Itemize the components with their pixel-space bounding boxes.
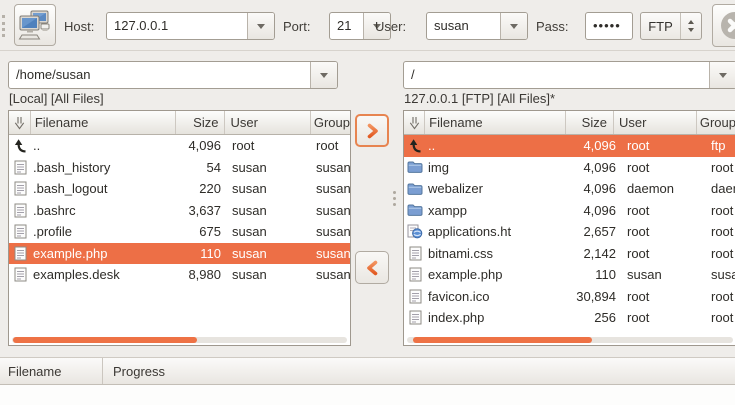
networked-computers-icon (18, 9, 52, 41)
host-label: Host: (64, 19, 94, 34)
file-icon (404, 243, 426, 265)
file-icon (404, 286, 426, 308)
queue-column-filename[interactable]: Filename (0, 358, 103, 384)
updir-icon (9, 135, 31, 157)
protocol-spinner-arrows[interactable] (680, 13, 701, 39)
column-header-user[interactable]: User (614, 111, 697, 134)
scrollbar-thumb[interactable] (13, 337, 197, 343)
queue-column-progress[interactable]: Progress (103, 358, 165, 384)
port-input[interactable]: 21 (330, 13, 363, 39)
local-horizontal-scrollbar[interactable] (12, 337, 347, 343)
stop-button[interactable] (712, 4, 735, 47)
local-status-label: [Local] [All Files] (9, 91, 104, 106)
chevron-down-icon (257, 24, 265, 29)
gftp-window: Host: 127.0.0.1 Port: 21 User: susan Pas… (0, 0, 735, 405)
transfer-to-local-button[interactable] (355, 251, 389, 284)
remote-path-input[interactable]: / (404, 62, 709, 88)
file-row[interactable]: examples.desk 8,980 susan susan (9, 264, 350, 286)
remote-list-header: Filename Size User Group (404, 111, 735, 135)
local-path-input[interactable]: /home/susan (9, 62, 310, 88)
local-list-header: Filename Size User Group (9, 111, 350, 135)
file-icon (9, 178, 31, 200)
column-header-filename[interactable]: Filename (31, 111, 176, 134)
file-row[interactable]: bitnami.css 2,142 root root (404, 243, 735, 265)
host-input[interactable]: 127.0.0.1 (107, 13, 247, 39)
column-header-group[interactable]: Group (311, 111, 350, 134)
spinner-down-icon (688, 28, 694, 32)
file-icon (404, 264, 426, 286)
file-icon (9, 221, 31, 243)
sort-column-header[interactable] (9, 111, 31, 134)
file-icon (9, 264, 31, 286)
file-row[interactable]: xampp 4,096 root root (404, 200, 735, 222)
spinner-up-icon (688, 20, 694, 24)
column-header-user[interactable]: User (225, 111, 310, 134)
transfer-to-remote-button[interactable] (355, 114, 389, 147)
port-label: Port: (283, 19, 310, 34)
chevron-down-icon (320, 73, 328, 78)
file-row[interactable]: .bashrc 3,637 susan susan (9, 200, 350, 222)
local-file-list: Filename Size User Group .. 4,096 root r… (8, 110, 351, 346)
remote-file-list: Filename Size User Group .. 4,096 root f… (403, 110, 735, 346)
file-row[interactable]: .. 4,096 root root (9, 135, 350, 157)
file-row[interactable]: webalizer 4,096 daemon daemon (404, 178, 735, 200)
file-row[interactable]: .profile 675 susan susan (9, 221, 350, 243)
sort-descending-icon (14, 116, 25, 130)
host-dropdown-button[interactable] (247, 13, 274, 39)
protocol-spinner: FTP (640, 12, 702, 40)
updir-icon (404, 135, 426, 157)
pass-label: Pass: (536, 19, 569, 34)
folder-icon (404, 157, 426, 179)
toolbar: Host: 127.0.0.1 Port: 21 User: susan Pas… (0, 0, 735, 51)
remote-file-rows: .. 4,096 root ftp img 4,096 root root we… (404, 135, 735, 335)
file-icon (9, 243, 31, 265)
file-row[interactable]: .bash_logout 220 susan susan (9, 178, 350, 200)
arrow-left-icon (365, 260, 380, 276)
file-row[interactable]: applications.ht 2,657 root root (404, 221, 735, 243)
stop-x-icon (721, 12, 735, 39)
file-row[interactable]: img 4,096 root root (404, 157, 735, 179)
remote-path-dropdown-button[interactable] (709, 62, 735, 88)
transfer-queue-header: Filename Progress (0, 357, 735, 385)
column-header-size[interactable]: Size (566, 111, 614, 134)
toolbar-grip-handle[interactable] (2, 15, 5, 37)
file-icon (404, 307, 426, 329)
file-row[interactable]: example.php 110 susan susan (404, 264, 735, 286)
transfer-queue-list (0, 385, 735, 405)
file-row[interactable]: .bash_history 54 susan susan (9, 157, 350, 179)
remote-horizontal-scrollbar[interactable] (407, 337, 733, 343)
folder-icon (404, 200, 426, 222)
pane-resize-handle[interactable] (393, 191, 396, 206)
column-header-group[interactable]: Group (697, 111, 735, 134)
local-file-rows: .. 4,096 root root .bash_history 54 susa… (9, 135, 350, 335)
file-row[interactable]: index.php 256 root root (404, 307, 735, 329)
html-file-icon (404, 221, 426, 243)
user-input[interactable]: susan (427, 13, 500, 39)
host-combo: 127.0.0.1 (106, 12, 275, 40)
local-path-dropdown-button[interactable] (310, 62, 337, 88)
file-row[interactable]: favicon.ico 30,894 root root (404, 286, 735, 308)
sort-column-header[interactable] (404, 111, 425, 134)
column-header-filename[interactable]: Filename (425, 111, 565, 134)
scrollbar-thumb[interactable] (413, 337, 592, 343)
remote-path-combo: / (403, 61, 735, 89)
file-icon (9, 200, 31, 222)
sort-descending-icon (409, 116, 420, 130)
column-header-size[interactable]: Size (176, 111, 226, 134)
chevron-down-icon (719, 73, 727, 78)
connect-button[interactable] (14, 4, 56, 46)
user-combo: susan (426, 12, 528, 40)
file-row[interactable]: .. 4,096 root ftp (404, 135, 735, 157)
local-path-combo: /home/susan (8, 61, 338, 89)
user-dropdown-button[interactable] (500, 13, 527, 39)
protocol-value[interactable]: FTP (641, 19, 680, 34)
arrow-right-icon (365, 123, 380, 139)
file-icon (9, 157, 31, 179)
folder-icon (404, 178, 426, 200)
chevron-down-icon (510, 24, 518, 29)
user-label: User: (375, 19, 406, 34)
password-input[interactable]: ••••• (585, 12, 633, 40)
file-row[interactable]: example.php 110 susan susan (9, 243, 350, 265)
remote-status-label: 127.0.0.1 [FTP] [All Files]* (404, 91, 555, 106)
